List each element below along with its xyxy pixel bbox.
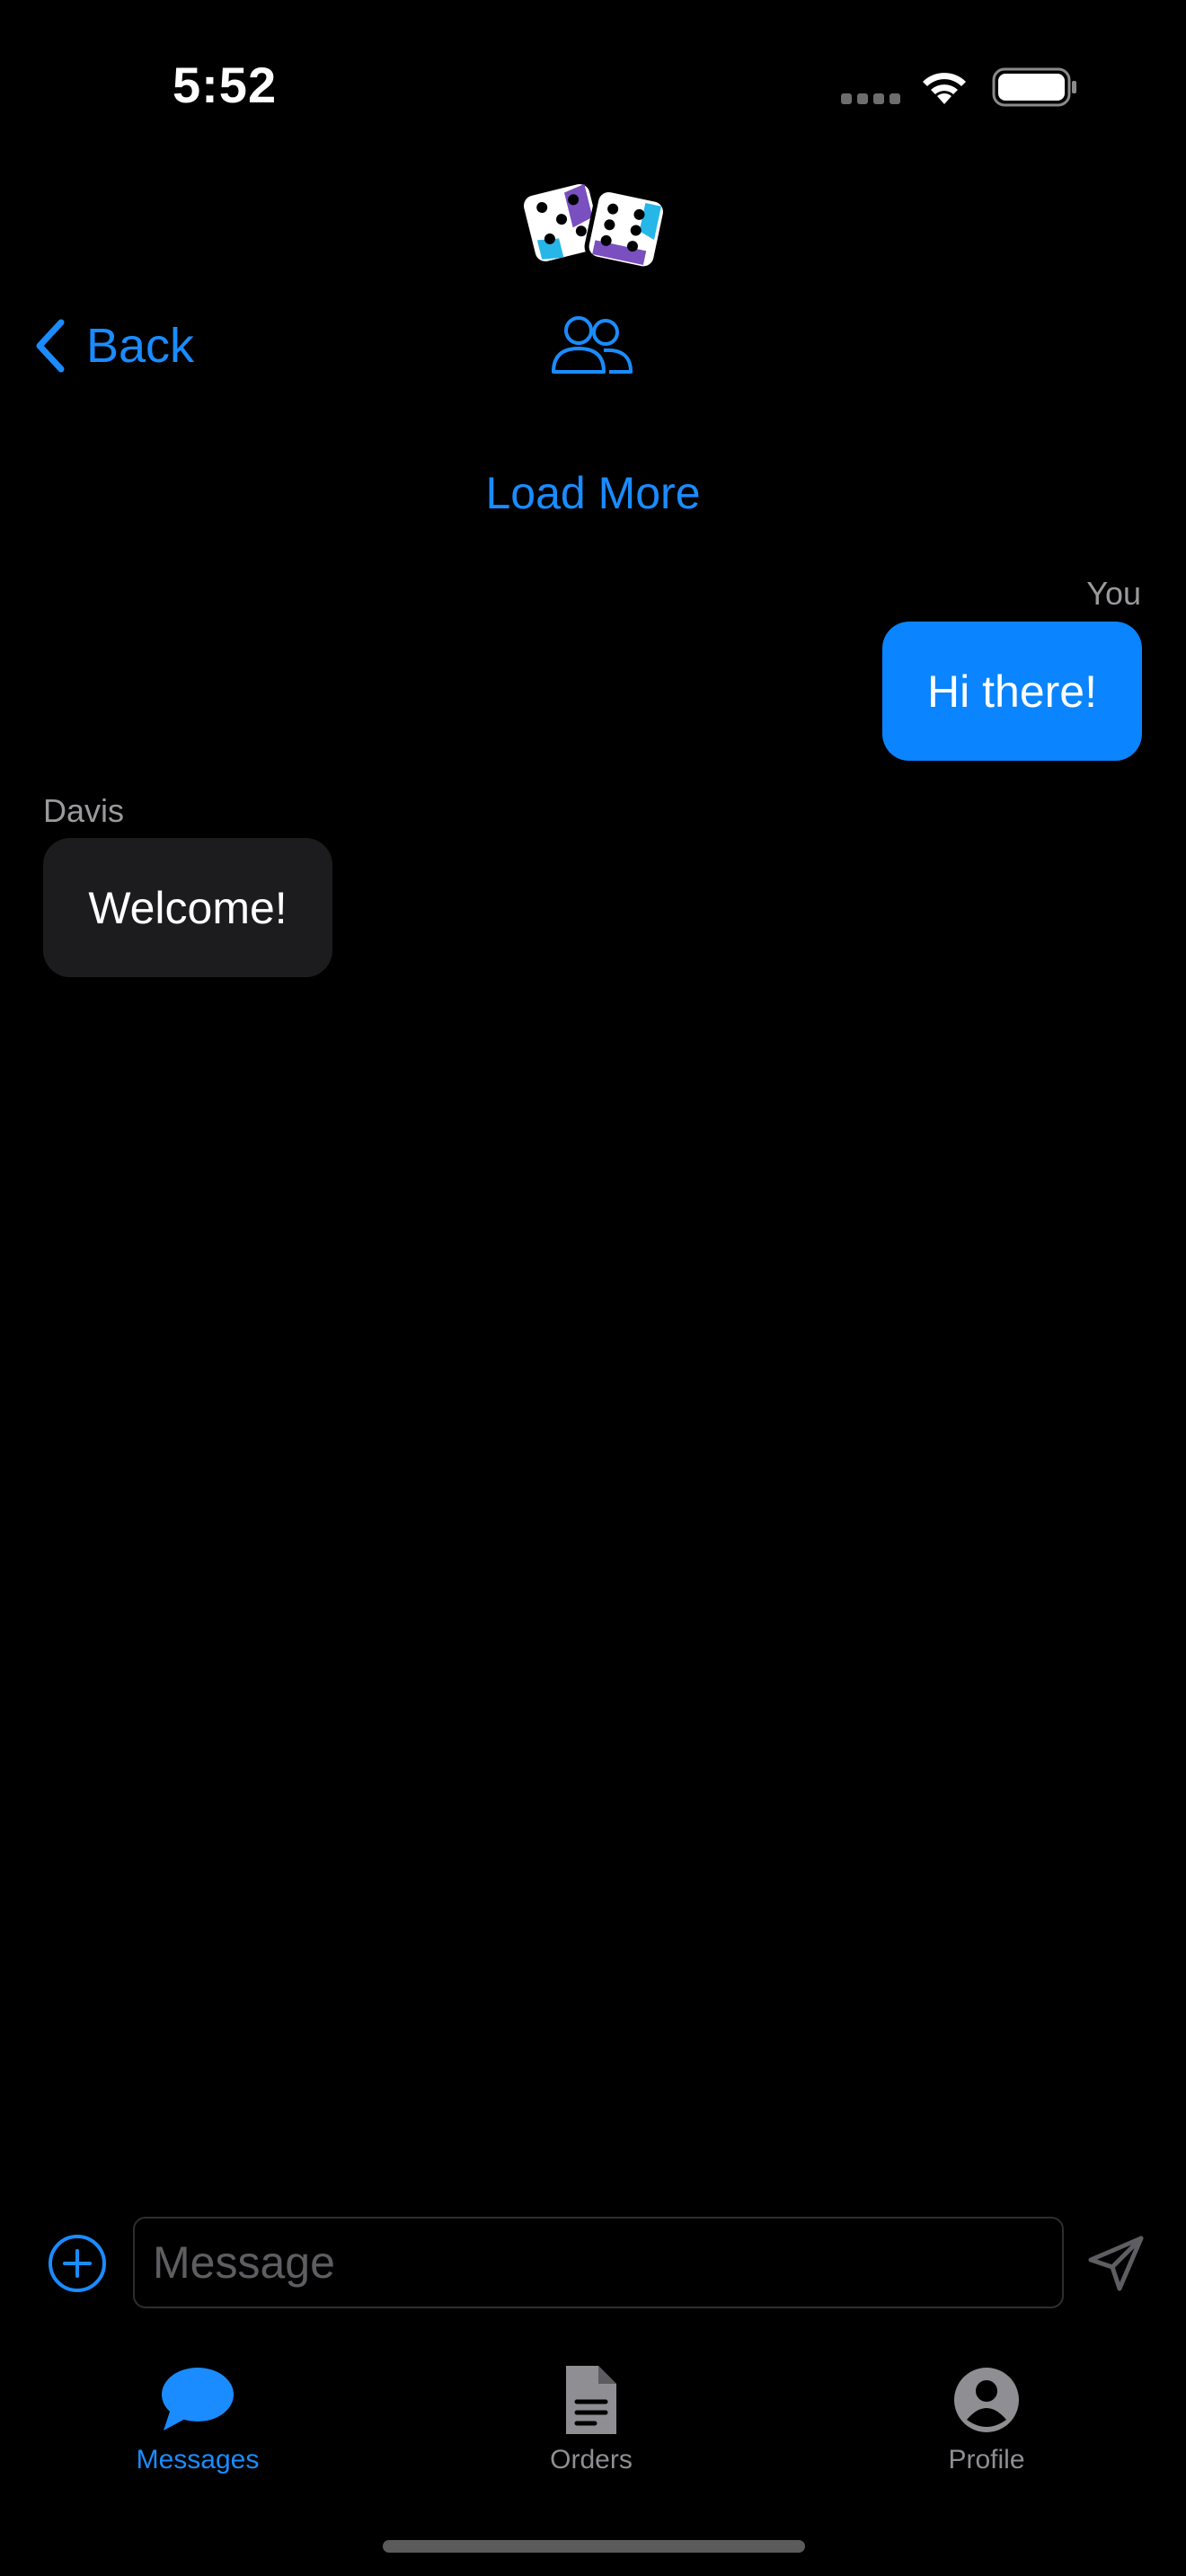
person-circle-icon xyxy=(954,2368,1019,2432)
chevron-left-icon xyxy=(36,319,65,373)
back-label: Back xyxy=(86,319,195,373)
status-time: 5:52 xyxy=(173,57,278,113)
battery-icon xyxy=(992,67,1076,107)
chat-bubble-icon xyxy=(162,2368,234,2430)
home-indicator[interactable] xyxy=(383,2540,805,2553)
tab-orders[interactable]: Orders xyxy=(483,2362,699,2488)
group-icon[interactable] xyxy=(550,314,634,375)
tab-profile[interactable]: Profile xyxy=(879,2362,1094,2488)
dice-logo xyxy=(518,179,668,271)
message-input[interactable] xyxy=(133,2217,1064,2308)
tab-label: Orders xyxy=(550,2445,633,2475)
tab-label: Messages xyxy=(136,2445,260,2475)
wifi-icon xyxy=(923,73,966,104)
send-icon[interactable] xyxy=(1085,2233,1146,2294)
message-sender: Davis xyxy=(43,792,125,829)
tab-label: Profile xyxy=(948,2445,1025,2475)
incoming-message-bubble[interactable]: Welcome! xyxy=(43,838,332,977)
tab-messages[interactable]: Messages xyxy=(90,2362,305,2488)
plus-circle-icon[interactable] xyxy=(47,2233,108,2294)
load-more-button[interactable]: Load More xyxy=(0,467,1186,519)
document-icon xyxy=(566,2366,616,2434)
message-sender: You xyxy=(1086,575,1141,612)
cellular-icon xyxy=(841,93,900,104)
outgoing-message-bubble[interactable]: Hi there! xyxy=(882,622,1142,761)
back-button[interactable]: Back xyxy=(32,314,194,377)
